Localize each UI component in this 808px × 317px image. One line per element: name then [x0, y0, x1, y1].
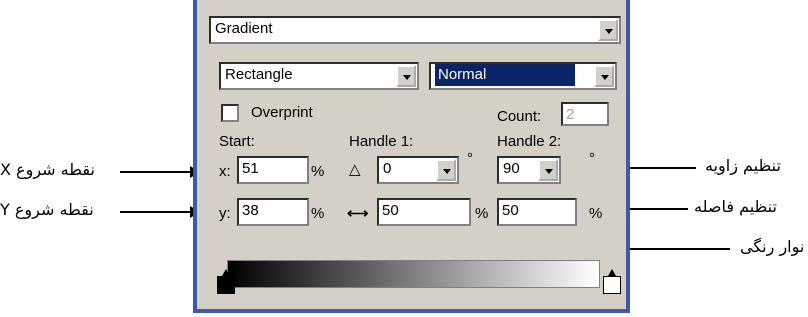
length-icon: ⟷ — [347, 205, 369, 222]
callout-y-arrow — [120, 206, 200, 218]
angle-icon: △ — [349, 161, 361, 178]
start-swatch-pointer-icon — [222, 269, 230, 276]
handle1-length-input[interactable]: 50 — [377, 198, 471, 226]
callout-color-bar: نوار رنگی — [740, 237, 805, 256]
handle2-length-input[interactable]: 50 — [497, 198, 577, 226]
y-unit: % — [311, 205, 325, 222]
fill-panel: Gradient Rectangle Normal Overprint Coun… — [193, 0, 630, 313]
handle2-angle-select[interactable]: 90 — [497, 156, 561, 184]
gradient-color-bar[interactable] — [227, 260, 600, 288]
fill-type-select[interactable]: Gradient — [209, 16, 621, 44]
callout-x-arrow — [120, 166, 200, 178]
callout-distance: تنظیم فاصله — [694, 197, 777, 216]
handle2-angle-dropdown-icon[interactable] — [538, 159, 558, 181]
y-label: y: — [219, 205, 231, 222]
callout-angle: تنظیم زاویه — [705, 156, 781, 175]
callout-y-start: Y نقطه شروع — [0, 200, 94, 219]
blend-mode-value: Normal — [435, 64, 575, 86]
fill-type-value: Gradient — [215, 20, 273, 37]
shape-value: Rectangle — [225, 66, 293, 83]
gradient-end-swatch[interactable] — [603, 269, 621, 294]
handle1-angle-unit: ° — [467, 150, 473, 167]
shape-select[interactable]: Rectangle — [219, 62, 419, 90]
x-unit: % — [311, 163, 325, 180]
start-label: Start: — [219, 133, 255, 150]
gradient-start-swatch[interactable] — [217, 269, 235, 294]
overprint-checkbox[interactable] — [221, 104, 239, 122]
fill-type-dropdown-icon[interactable] — [598, 19, 618, 41]
handle2-length-unit: % — [589, 205, 603, 222]
shape-dropdown-icon[interactable] — [396, 65, 416, 87]
handle1-angle-select[interactable]: 0 — [377, 156, 459, 184]
overprint-label: Overprint — [251, 104, 313, 121]
handle2-angle-unit: ° — [589, 150, 595, 167]
start-x-input[interactable]: 51 — [237, 156, 309, 184]
start-y-input[interactable]: 38 — [237, 198, 309, 226]
blend-mode-dropdown-icon[interactable] — [594, 65, 614, 87]
x-label: x: — [219, 163, 231, 180]
blend-mode-select[interactable]: Normal — [429, 62, 617, 90]
handle2-label: Handle 2: — [497, 133, 562, 150]
handle1-angle-value: 0 — [383, 160, 392, 177]
count-field: 2 — [561, 102, 609, 126]
count-label: Count: — [497, 108, 542, 125]
callout-x-start: X نقطه شروع — [0, 160, 95, 179]
handle1-label: Handle 1: — [349, 133, 414, 150]
handle1-length-unit: % — [475, 205, 489, 222]
end-swatch-pointer-icon — [608, 269, 616, 276]
handle2-angle-value: 90 — [503, 160, 520, 177]
handle1-angle-dropdown-icon[interactable] — [436, 159, 456, 181]
